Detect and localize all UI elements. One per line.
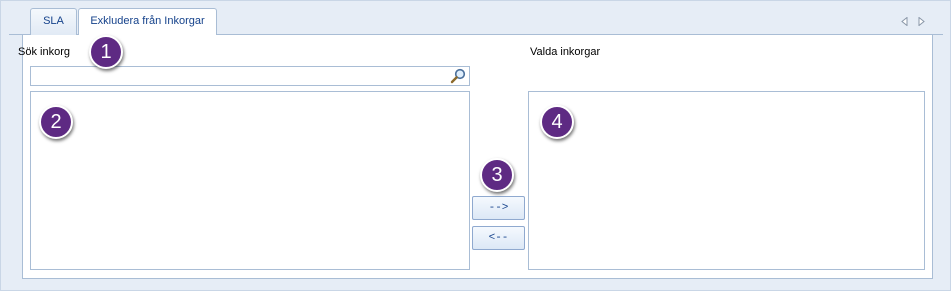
tab-exclude-inboxes[interactable]: Exkludera från Inkorgar [78, 8, 217, 36]
selected-inboxes-list[interactable] [528, 91, 925, 270]
tab-scroll-left-icon[interactable] [899, 15, 909, 27]
search-box [30, 66, 470, 86]
tab-strip: SLA Exkludera från Inkorgar [9, 1, 943, 36]
remove-inbox-button[interactable]: <-- [472, 226, 525, 250]
annotation-badge-1: 1 [89, 35, 123, 69]
annotation-badge-4: 4 [540, 105, 574, 139]
tab-sla[interactable]: SLA [30, 8, 77, 35]
tab-scroll-right-icon[interactable] [916, 15, 926, 27]
add-inbox-button[interactable]: --> [472, 196, 525, 220]
selected-inboxes-label: Valda inkorgar [530, 46, 601, 58]
search-label: Sök inkorg [18, 46, 70, 58]
annotation-badge-3: 3 [480, 158, 514, 192]
search-icon[interactable] [449, 68, 467, 84]
search-input[interactable] [31, 67, 449, 85]
available-inboxes-list[interactable] [30, 91, 470, 270]
annotation-badge-2: 2 [39, 105, 73, 139]
